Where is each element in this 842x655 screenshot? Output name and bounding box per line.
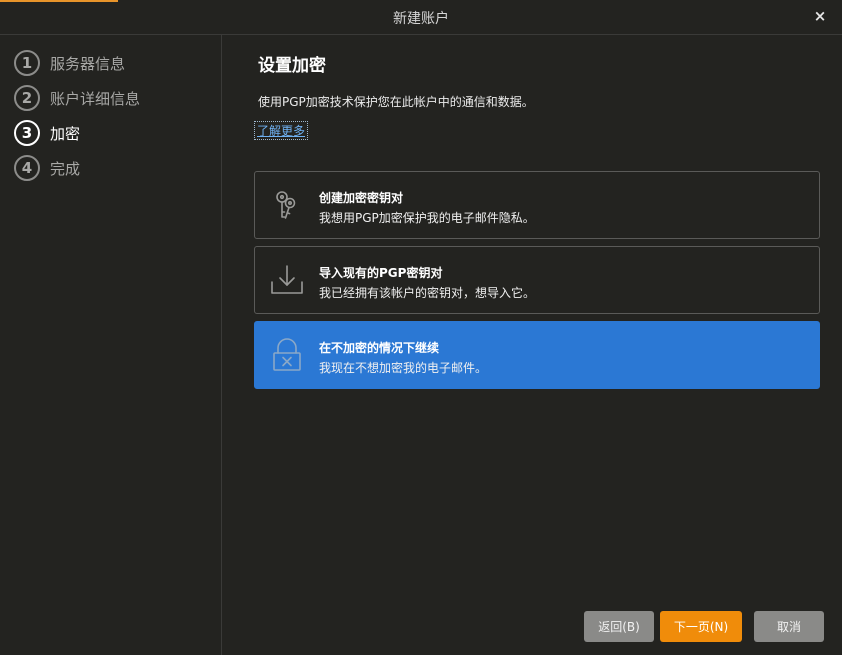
option-continue-without-encryption[interactable]: 在不加密的情况下继续 我现在不想加密我的电子邮件。	[254, 321, 820, 389]
lock-x-icon	[273, 338, 301, 371]
option-title: 导入现有的PGP密钥对	[319, 266, 443, 280]
option-title: 创建加密密钥对	[319, 191, 404, 205]
next-button[interactable]: 下一页(N)	[660, 611, 742, 642]
step-number: 3	[14, 120, 40, 146]
window-title: 新建账户	[393, 11, 449, 27]
page-description: 使用PGP加密技术保护您在此帐户中的通信和数据。	[258, 95, 534, 109]
wizard-steps-sidebar: 1 服务器信息 2 账户详细信息 3 加密 4 完成	[0, 35, 222, 655]
option-title: 在不加密的情况下继续	[319, 341, 440, 355]
step-label: 完成	[50, 159, 81, 178]
step-encryption: 3 加密	[14, 118, 80, 148]
option-description: 我现在不想加密我的电子邮件。	[319, 361, 488, 375]
step-label: 加密	[50, 124, 81, 143]
option-description: 我已经拥有该帐户的密钥对，想导入它。	[319, 286, 536, 300]
page-title: 设置加密	[258, 56, 326, 76]
step-label: 服务器信息	[50, 54, 126, 73]
title-bar: 新建账户 ×	[0, 0, 842, 35]
option-description: 我想用PGP加密保护我的电子邮件隐私。	[319, 211, 535, 225]
close-icon[interactable]: ×	[810, 6, 830, 26]
title-accent-bar	[0, 0, 118, 2]
step-server-info: 1 服务器信息	[14, 48, 125, 78]
cancel-button[interactable]: 取消	[754, 611, 824, 642]
step-number: 1	[14, 50, 40, 76]
step-number: 4	[14, 155, 40, 181]
step-account-details: 2 账户详细信息	[14, 83, 140, 113]
step-finish: 4 完成	[14, 153, 80, 183]
learn-more-link[interactable]: 了解更多	[254, 121, 309, 140]
step-number: 2	[14, 85, 40, 111]
option-create-keypair[interactable]: 创建加密密钥对 我想用PGP加密保护我的电子邮件隐私。	[254, 171, 820, 239]
download-icon	[271, 265, 303, 294]
option-import-keypair[interactable]: 导入现有的PGP密钥对 我已经拥有该帐户的密钥对，想导入它。	[254, 246, 820, 314]
step-label: 账户详细信息	[50, 89, 141, 108]
keys-icon	[276, 191, 296, 219]
back-button[interactable]: 返回(B)	[584, 611, 654, 642]
